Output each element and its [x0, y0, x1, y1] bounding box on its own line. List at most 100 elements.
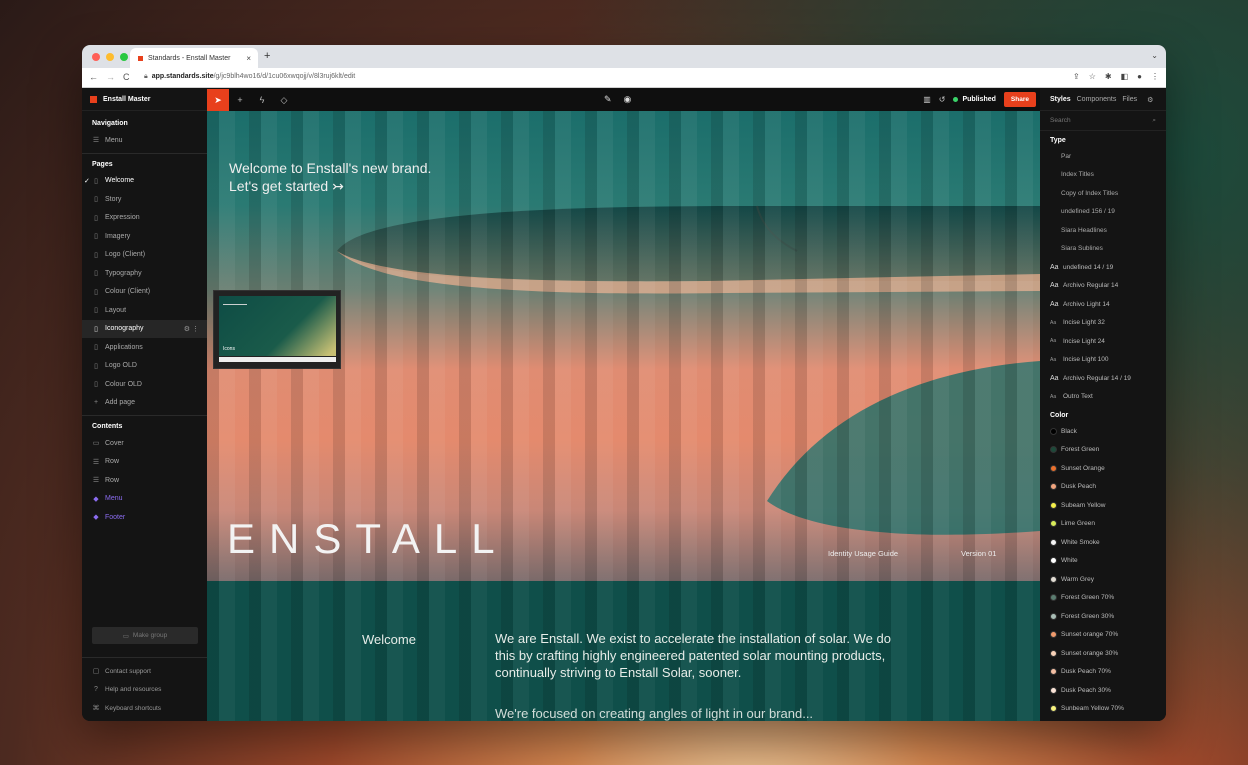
extensions-icon[interactable]: ✱: [1105, 72, 1112, 81]
tab-search-icon[interactable]: ⌄: [1151, 51, 1158, 60]
color-style-item[interactable]: Subeam Yellow: [1040, 496, 1166, 515]
content-item-cover[interactable]: ▭ Cover: [82, 434, 207, 453]
tab-files[interactable]: Files: [1122, 96, 1137, 103]
make-group-button[interactable]: ▭ Make group: [92, 627, 198, 644]
color-style-item[interactable]: Forest Green: [1040, 441, 1166, 460]
help-resources-link[interactable]: ? Help and resources: [82, 681, 207, 700]
type-style-item[interactable]: Aa Outro Text: [1040, 388, 1166, 407]
page-canvas[interactable]: Welcome to Enstall's new brand. Let's ge…: [207, 111, 1040, 721]
component-diamond-icon[interactable]: ◇: [273, 89, 295, 111]
type-style-item[interactable]: Siara Sublines: [1040, 240, 1166, 259]
page-item-typography[interactable]: ▯ Typography: [82, 264, 207, 283]
page-item-iconography[interactable]: ▯ Iconography ⚙ ⋮: [82, 319, 207, 338]
welcome-section[interactable]: Welcome We are Enstall. We exist to acce…: [207, 581, 1040, 721]
page-settings-icon[interactable]: ⚙ ⋮: [184, 325, 199, 333]
minimize-window-button[interactable]: [106, 53, 114, 61]
color-style-item[interactable]: White Smoke: [1040, 533, 1166, 552]
thumbnail-image: ▬▬▬▬▬▬▬▬ Icons: [219, 296, 336, 356]
content-item-row[interactable]: ☰ Row: [82, 471, 207, 490]
preview-eye-icon[interactable]: ◉: [624, 94, 632, 105]
color-swatch: [1050, 612, 1057, 620]
history-icon[interactable]: ↺: [939, 95, 946, 104]
type-style-item[interactable]: Aa undefined 14 / 19: [1040, 258, 1166, 277]
type-style-item[interactable]: Par: [1040, 147, 1166, 166]
sidepanel-icon[interactable]: ◧: [1121, 72, 1129, 81]
type-style-item[interactable]: Aa Incise Light 32: [1040, 314, 1166, 333]
profile-icon[interactable]: ●: [1137, 72, 1142, 81]
color-style-item[interactable]: Dusk Peach: [1040, 478, 1166, 497]
page-item-layout[interactable]: ▯ Layout: [82, 301, 207, 320]
add-tool-plus-icon[interactable]: +: [229, 89, 251, 111]
type-style-item[interactable]: undefined 156 / 19: [1040, 203, 1166, 222]
type-style-item[interactable]: Index Titles: [1040, 166, 1166, 185]
page-icon: ▯: [94, 307, 98, 315]
page-item-welcome[interactable]: ✓ ▯ Welcome: [82, 172, 207, 191]
color-style-item[interactable]: Black: [1040, 422, 1166, 441]
type-style-item[interactable]: Copy of Index Titles: [1040, 184, 1166, 203]
color-style-item[interactable]: Forest Green 70%: [1040, 589, 1166, 608]
close-window-button[interactable]: [92, 53, 100, 61]
gear-icon[interactable]: ⚙: [1147, 96, 1153, 104]
page-item-logo-client[interactable]: ▯ Logo (Client): [82, 246, 207, 265]
share-button[interactable]: Share: [1003, 92, 1036, 107]
version-label: Version 01: [961, 549, 997, 558]
page-item-story[interactable]: ▯ Story: [82, 190, 207, 209]
tab-close-icon[interactable]: ×: [246, 54, 251, 63]
select-tool-cursor-icon[interactable]: ➤: [207, 89, 229, 111]
color-style-item[interactable]: Warm Grey: [1040, 570, 1166, 589]
color-style-item[interactable]: Sunbeam Yellow 70%: [1040, 700, 1166, 719]
browser-tab[interactable]: Standards - Enstall Master ×: [130, 48, 258, 68]
contact-support-link[interactable]: ▢ Contact support: [82, 662, 207, 681]
publish-status[interactable]: Published: [953, 96, 996, 103]
color-style-item[interactable]: Sunset orange 30%: [1040, 644, 1166, 663]
type-style-item[interactable]: Aa Incise Light 24: [1040, 332, 1166, 351]
new-tab-button[interactable]: +: [264, 50, 270, 62]
type-style-label: Copy of Index Titles: [1061, 189, 1119, 197]
url-field[interactable]: 🔒︎ app.standards.site/g/jc9blh4wo16/d/1cu…: [144, 73, 355, 81]
url-host: app.standards.site: [151, 73, 214, 80]
type-style-item[interactable]: Aa Archivo Regular 14 / 19: [1040, 369, 1166, 388]
page-item-expression[interactable]: ▯ Expression: [82, 209, 207, 228]
back-icon[interactable]: ←: [89, 72, 98, 82]
reload-icon[interactable]: C: [123, 72, 130, 82]
add-page-button[interactable]: + Add page: [82, 394, 207, 413]
content-item-row[interactable]: ☰ Row: [82, 453, 207, 472]
color-style-item[interactable]: White: [1040, 552, 1166, 571]
type-style-item[interactable]: Siara Headlines: [1040, 221, 1166, 240]
layout-columns-icon[interactable]: ▥: [923, 95, 931, 104]
color-style-item[interactable]: Dusk Peach 30%: [1040, 681, 1166, 700]
type-style-item[interactable]: Aa Archivo Regular 14: [1040, 277, 1166, 296]
color-style-item[interactable]: Lime Green: [1040, 515, 1166, 534]
page-item-logo-old[interactable]: ▯ Logo OLD: [82, 357, 207, 376]
page-item-applications[interactable]: ▯ Applications: [82, 338, 207, 357]
enstall-logo: ENSTALL: [227, 515, 509, 562]
page-item-imagery[interactable]: ▯ Imagery: [82, 227, 207, 246]
type-style-item[interactable]: Aa Archivo Light 14: [1040, 295, 1166, 314]
lightning-icon[interactable]: ϟ: [251, 89, 273, 111]
intro-line-2[interactable]: Let's get started ↣: [229, 177, 431, 195]
left-sidebar: Enstall Master Navigation ☰ Menu Pages ✓ ▯…: [82, 89, 207, 721]
tab-styles[interactable]: Styles: [1050, 96, 1071, 103]
color-style-item[interactable]: Forest Green 30%: [1040, 607, 1166, 626]
project-switcher[interactable]: Enstall Master: [82, 89, 207, 111]
forward-icon[interactable]: →: [106, 72, 115, 82]
color-style-label: Sunset orange 30%: [1061, 649, 1119, 657]
content-item-footer[interactable]: ◆ Footer: [82, 508, 207, 527]
page-item-colour-client[interactable]: ▯ Colour (Client): [82, 283, 207, 302]
edit-pencil-icon[interactable]: ✎: [604, 94, 612, 105]
type-style-item[interactable]: Aa Incise Light 100: [1040, 351, 1166, 370]
bookmark-star-icon[interactable]: ☆: [1089, 72, 1096, 81]
color-style-item[interactable]: Sunset Orange: [1040, 459, 1166, 478]
tab-title: Standards - Enstall Master: [148, 54, 231, 62]
color-style-item[interactable]: Dusk Peach 70%: [1040, 663, 1166, 682]
content-item-menu[interactable]: ◆ Menu: [82, 490, 207, 509]
keyboard-shortcuts-link[interactable]: ⌘ Keyboard shortcuts: [82, 699, 207, 718]
tab-components[interactable]: Components: [1077, 96, 1117, 103]
menu-item[interactable]: ☰ Menu: [82, 131, 207, 150]
share-page-icon[interactable]: ⇪: [1073, 72, 1080, 81]
page-item-colour-old[interactable]: ▯ Colour OLD: [82, 375, 207, 394]
styles-search-input[interactable]: Search ⌕: [1040, 111, 1166, 131]
browser-menu-icon[interactable]: ⋮: [1151, 72, 1159, 81]
zoom-window-button[interactable]: [120, 53, 128, 61]
color-style-item[interactable]: Sunset orange 70%: [1040, 626, 1166, 645]
